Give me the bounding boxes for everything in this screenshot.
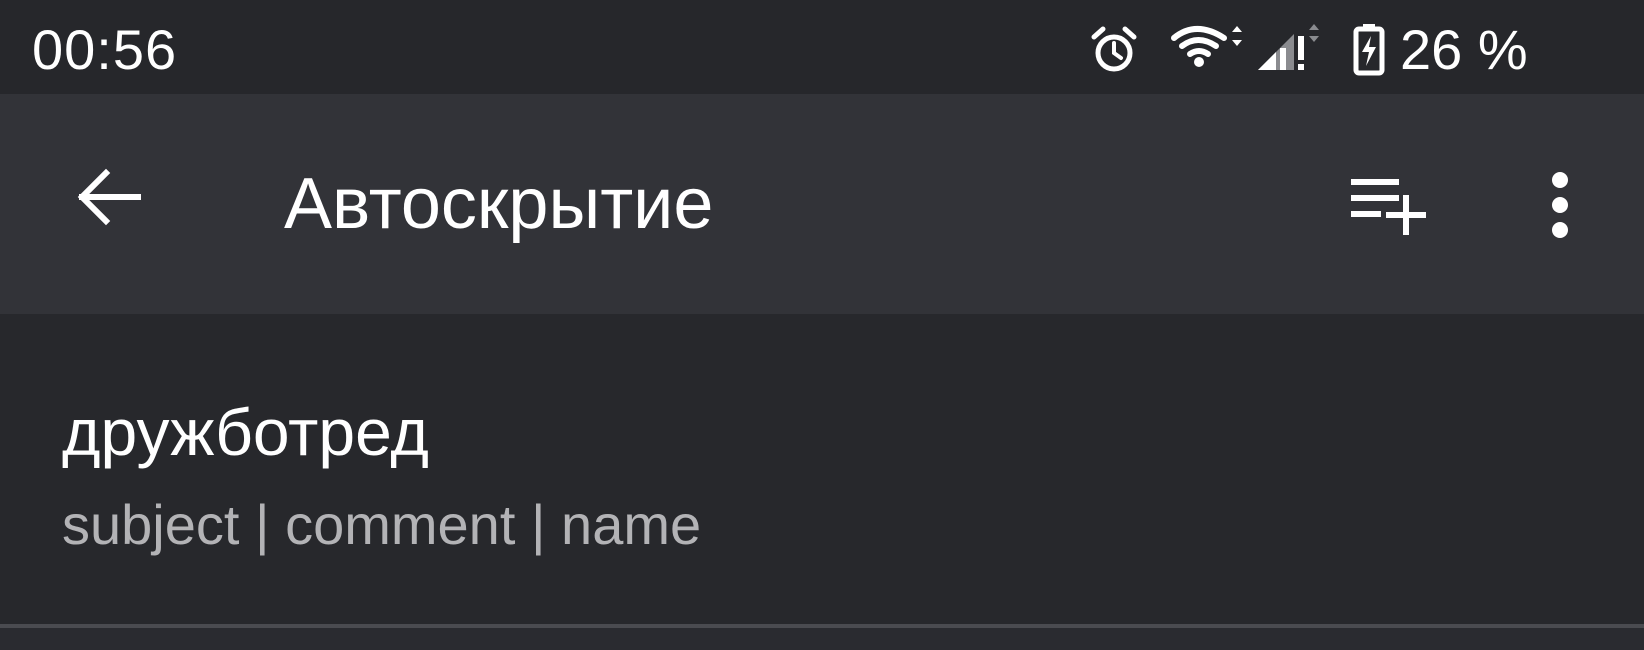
more-vertical-icon (1552, 172, 1568, 238)
alarm-icon (1091, 26, 1137, 72)
battery-charging-icon (1353, 24, 1385, 76)
add-filter-button[interactable] (1340, 160, 1440, 250)
autohide-filter-list: дружботред subject | comment | name (0, 314, 1644, 650)
page-title: Автоскрытие (284, 164, 714, 244)
list-item-partial (0, 628, 1644, 650)
arrow-left-icon (77, 168, 141, 226)
more-options-button[interactable] (1520, 160, 1600, 250)
list-item[interactable]: дружботред subject | comment | name (0, 314, 1644, 626)
status-bar: 00:56 26 % (0, 0, 1644, 94)
status-time: 00:56 (32, 18, 178, 81)
cellular-signal-icon (1258, 24, 1319, 70)
battery-percent: 26 % (1400, 18, 1528, 81)
filter-fields: subject | comment | name (62, 493, 702, 556)
filter-name: дружботред (62, 395, 429, 469)
app-toolbar: Автоскрытие (0, 94, 1644, 314)
wifi-icon (1171, 26, 1242, 67)
playlist-add-icon (1351, 179, 1426, 235)
back-button[interactable] (62, 150, 156, 244)
